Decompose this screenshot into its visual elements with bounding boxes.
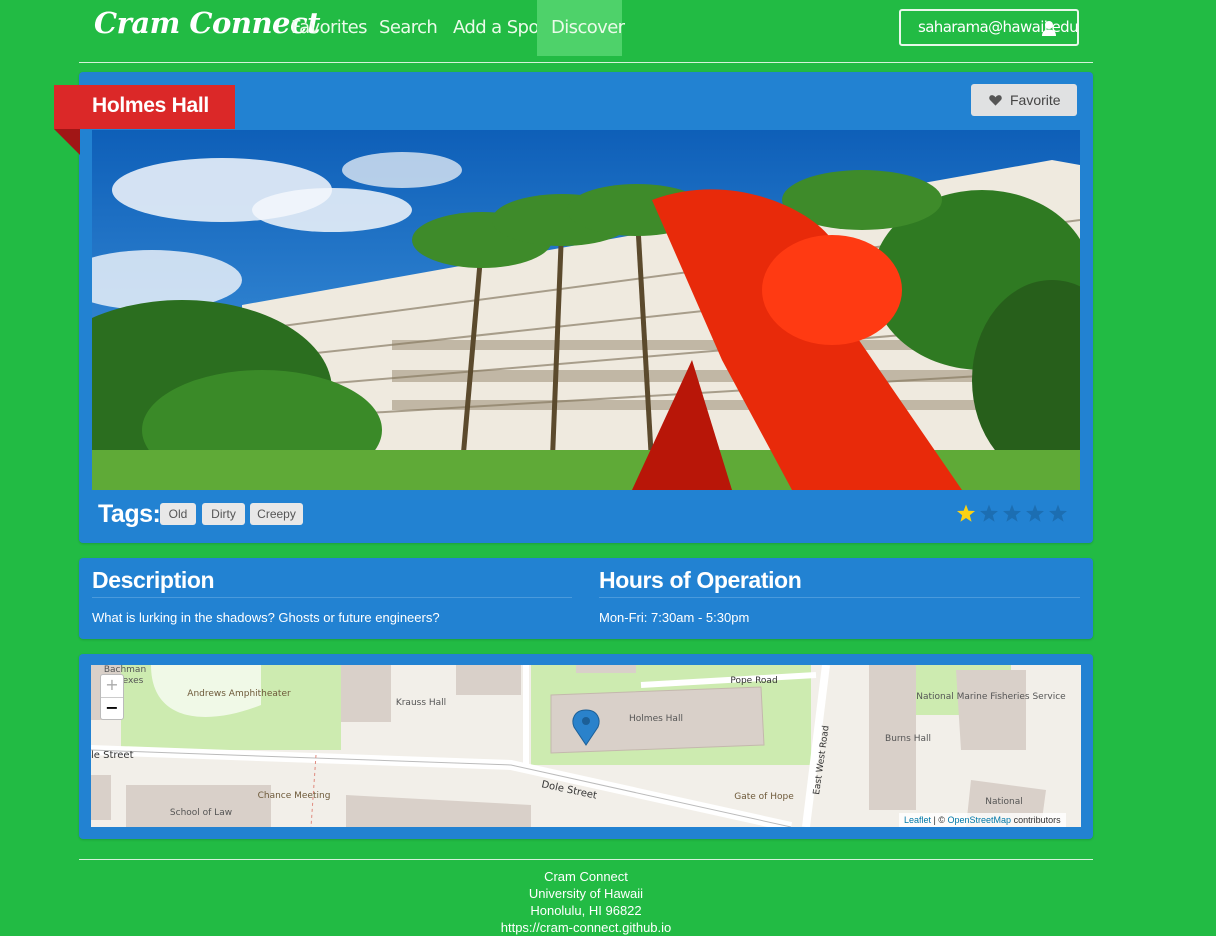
description-title: Description xyxy=(92,567,215,593)
leaflet-link[interactable]: Leaflet xyxy=(904,815,931,825)
map-label-dole-left: le Street xyxy=(91,750,134,761)
tag-dirty[interactable]: Dirty xyxy=(202,503,245,525)
header-divider xyxy=(79,62,1093,63)
tags-label: Tags: xyxy=(98,500,161,528)
tag-old[interactable]: Old xyxy=(160,503,196,525)
title-ribbon: Holmes Hall xyxy=(54,85,235,129)
star-icon-3[interactable] xyxy=(1002,504,1022,524)
map-label-school: School of Law xyxy=(170,808,232,818)
description-text: What is lurking in the shadows? Ghosts o… xyxy=(92,610,440,625)
user-icon xyxy=(1042,21,1056,36)
footer-url[interactable]: https://cram-connect.github.io xyxy=(79,919,1093,936)
star-icon-4[interactable] xyxy=(1025,504,1045,524)
spot-image xyxy=(92,130,1080,490)
nav-discover[interactable]: Discover xyxy=(537,0,625,56)
footer-university: University of Hawaii xyxy=(528,886,644,901)
favorite-button[interactable]: Favorite xyxy=(971,84,1077,116)
user-menu-button[interactable]: saharama@hawaii.edu xyxy=(899,9,1079,46)
zoom-out-button[interactable]: − xyxy=(101,697,123,719)
map-view[interactable]: Bachman exes Andrews Amphitheater Krauss… xyxy=(91,665,1081,827)
star-icon-1[interactable] xyxy=(956,504,976,524)
spot-title: Holmes Hall xyxy=(92,94,209,117)
osm-link[interactable]: OpenStreetMap xyxy=(948,815,1012,825)
footer-divider xyxy=(79,859,1093,860)
map-label-holmes: Holmes Hall xyxy=(629,714,683,724)
footer-app-name: Cram Connect xyxy=(544,869,628,884)
attribution-separator: | © xyxy=(931,815,948,825)
zoom-in-button[interactable]: + xyxy=(101,675,123,697)
ribbon-fold xyxy=(54,129,80,155)
map-label-krauss: Krauss Hall xyxy=(396,698,446,708)
description-divider xyxy=(92,597,572,598)
tag-creepy[interactable]: Creepy xyxy=(250,503,303,525)
footer: Cram Connect University of Hawaii Honolu… xyxy=(79,868,1093,936)
map-attribution: Leaflet | © OpenStreetMap contributors xyxy=(899,813,1066,827)
map-label-chance: Chance Meeting xyxy=(258,791,331,801)
map-zoom-control: + − xyxy=(100,674,124,720)
map-label-annexes: exes xyxy=(123,676,144,686)
hours-text: Mon-Fri: 7:30am - 5:30pm xyxy=(599,610,750,625)
heart-icon xyxy=(989,95,1002,106)
map-label-pope-road: Pope Road xyxy=(730,676,777,686)
favorite-label: Favorite xyxy=(1010,92,1061,108)
map-label-burns: Burns Hall xyxy=(885,734,931,744)
navbar: Cram Connect Favorites Search Add a Spot… xyxy=(79,0,1093,56)
star-icon-5[interactable] xyxy=(1048,504,1068,524)
map-label-gate: Gate of Hope xyxy=(734,792,794,802)
footer-location: Honolulu, HI 96822 xyxy=(530,903,642,918)
map-label-andrews: Andrews Amphitheater xyxy=(187,689,291,699)
star-icon-2[interactable] xyxy=(979,504,999,524)
details-card xyxy=(79,558,1093,639)
map-label-marine: National Marine Fisheries Service xyxy=(916,692,1066,702)
map-label-national: National xyxy=(985,797,1023,807)
hours-title: Hours of Operation xyxy=(599,567,802,593)
hours-divider xyxy=(599,597,1080,598)
attribution-tail: contributors xyxy=(1011,815,1061,825)
